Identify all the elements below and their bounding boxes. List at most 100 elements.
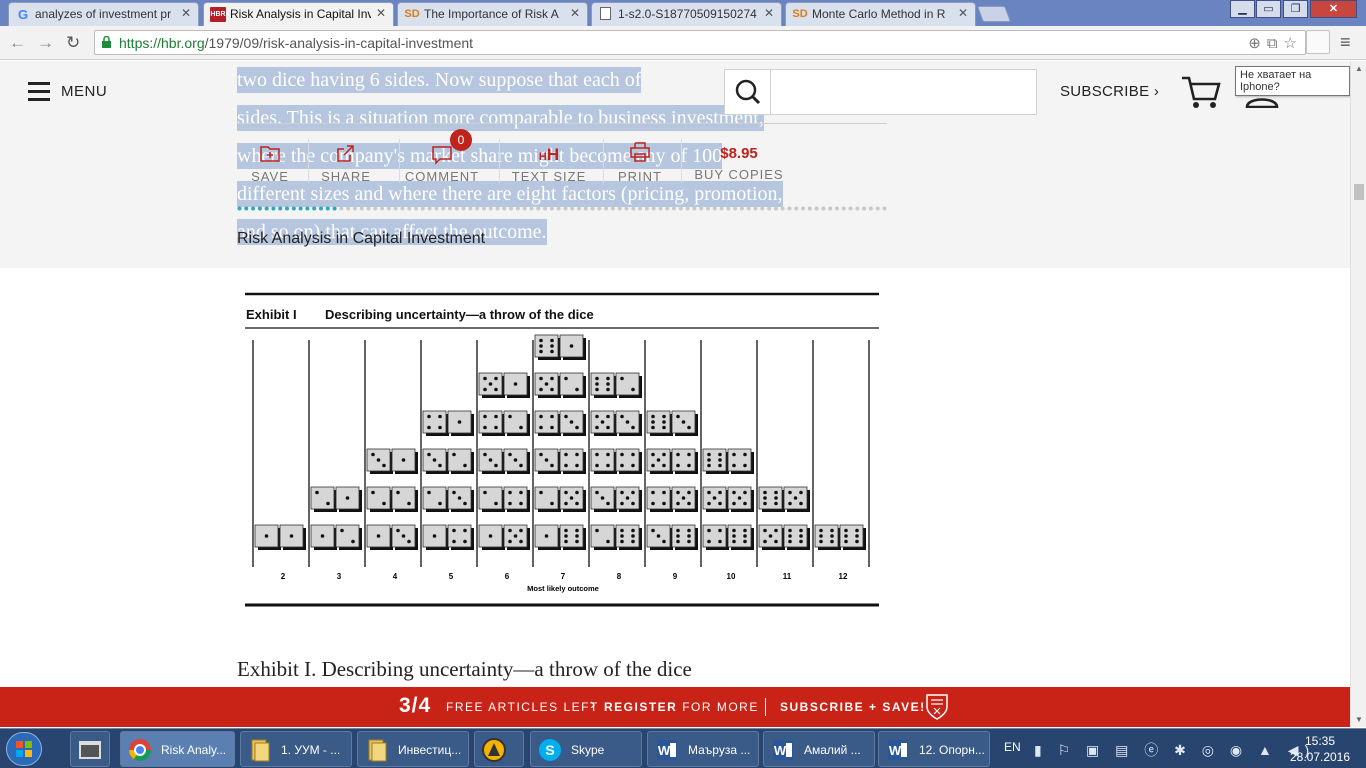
clock-time: 15:35 — [1304, 734, 1336, 748]
dice-pair — [590, 410, 642, 436]
cart-icon[interactable] — [1181, 75, 1221, 111]
browser-toolbar: ← → ↻ https://hbr.org/1979/09/risk-analy… — [0, 26, 1366, 60]
taskbar-button[interactable] — [474, 731, 524, 767]
register-link[interactable]: REGISTER FOR MORE — [604, 700, 759, 714]
x-tick-label: 8 — [617, 572, 622, 581]
tab-sciencedirect-2[interactable]: SD Monte Carlo Method in R ✕ — [785, 2, 976, 26]
taskbar-button[interactable]: W 12. Опорн... — [878, 731, 990, 767]
divider — [237, 123, 887, 124]
reading-progress-bar — [237, 206, 887, 211]
omnibox-actions: ⊕ ⧉ ☆ — [1242, 34, 1297, 52]
progress-dot — [407, 206, 412, 211]
progress-dot — [359, 206, 364, 211]
share-button[interactable]: SHARE — [313, 137, 379, 187]
divider — [308, 139, 309, 183]
progress-dot — [576, 206, 581, 211]
taskbar-button[interactable]: W Амалий ... — [763, 731, 875, 767]
x-tick-label: 6 — [505, 572, 510, 581]
bookmark-star-icon[interactable]: ☆ — [1284, 35, 1297, 52]
reload-icon[interactable]: ↻ — [66, 33, 80, 53]
dice-pair — [758, 486, 810, 512]
taskbar-button[interactable]: 1. УУМ - ... — [240, 731, 352, 767]
page-scrollbar[interactable]: ▲ ▼ — [1350, 61, 1366, 727]
folder-icon — [368, 739, 387, 762]
tab-hbr-article[interactable]: HBR Risk Analysis in Capital Inv ✕ — [203, 2, 394, 27]
dice-pair — [534, 448, 586, 474]
subscribe-link[interactable]: SUBSCRIBE › — [1060, 83, 1159, 100]
progress-dot — [841, 206, 846, 211]
zoom-icon[interactable]: ⊕ — [1248, 35, 1261, 52]
tab-sciencedirect-1[interactable]: SD The Importance of Risk A ✕ — [397, 2, 588, 26]
dice-pair — [366, 524, 418, 550]
back-icon[interactable]: ← — [9, 33, 26, 53]
x-tick-label: 10 — [727, 572, 736, 581]
taskbar-button[interactable]: Risk Analy... — [120, 731, 235, 767]
translate-icon[interactable]: ⧉ — [1267, 35, 1278, 52]
app-icon — [482, 738, 506, 762]
start-button[interactable] — [6, 732, 42, 766]
save-button[interactable]: SAVE — [237, 137, 303, 187]
chrome-menu-icon[interactable]: ≡ — [1340, 32, 1351, 53]
new-tab-button[interactable] — [977, 6, 1011, 22]
text-size-button[interactable]: HH TEXT SIZE — [504, 137, 594, 187]
taskbar-button[interactable]: W Маъруза ... — [647, 731, 759, 767]
taskbar-button[interactable]: Инвестиц... — [357, 731, 469, 767]
search-button[interactable] — [724, 69, 771, 115]
browser-tab-strip: G analyzes of investment pr ✕ HBR Risk A… — [0, 0, 1366, 27]
dice-stack-8 — [590, 372, 642, 550]
dice-pair — [478, 410, 530, 436]
progress-dot — [583, 206, 588, 211]
progress-dot — [495, 206, 500, 211]
progress-dot — [617, 206, 622, 211]
close-tab-icon[interactable]: ✕ — [181, 6, 191, 20]
maximize-window-button[interactable]: ❐ — [1283, 0, 1308, 18]
dice-pair — [702, 448, 754, 474]
close-tab-icon[interactable]: ✕ — [570, 6, 580, 20]
forward-icon[interactable]: → — [37, 33, 54, 53]
close-tab-icon[interactable]: ✕ — [958, 6, 968, 20]
progress-dot — [441, 206, 446, 211]
progress-dot — [719, 206, 724, 211]
progress-dot — [454, 206, 459, 211]
taskbar-button-label: 12. Опорн... — [919, 743, 985, 757]
progress-dot — [386, 206, 391, 211]
tab-google-search[interactable]: G analyzes of investment pr ✕ — [8, 2, 199, 26]
progress-dot — [393, 206, 398, 211]
media-player-taskbar-button[interactable] — [70, 731, 110, 767]
print-button[interactable]: PRINT — [608, 137, 672, 187]
search-input[interactable] — [771, 69, 1037, 115]
dice-stack-12 — [814, 524, 866, 550]
tray-icons[interactable]: ▮ ⚐ ▣ ▤ ⓔ ✱ ◎ ◉ ▲ ◀) — [1034, 740, 1315, 760]
address-bar[interactable]: https://hbr.org/1979/09/risk-analysis-in… — [94, 30, 1306, 55]
scroll-up-icon[interactable]: ▲ — [1355, 64, 1363, 73]
progress-dot — [434, 206, 439, 211]
language-indicator[interactable]: EN — [1004, 740, 1021, 754]
tab-pdf-document[interactable]: 1-s2.0-S18770509150274 ✕ — [591, 2, 782, 26]
taskbar-button-label: 1. УУМ - ... — [281, 743, 341, 757]
subscribe-save-link[interactable]: SUBSCRIBE + SAVE! — [780, 700, 926, 714]
dice-pair — [590, 524, 642, 550]
progress-dot — [352, 206, 357, 211]
text-size-small-h: H — [538, 151, 547, 163]
comment-icon — [432, 146, 452, 165]
close-window-button[interactable]: ✕ — [1310, 0, 1357, 18]
buy-copies-button[interactable]: $8.95 BUY COPIES — [692, 137, 786, 187]
dice-pair — [590, 486, 642, 512]
taskbar-button[interactable]: S Skype — [530, 731, 642, 767]
word-icon: W — [657, 740, 677, 760]
close-tab-icon[interactable]: ✕ — [376, 6, 386, 20]
dice-stack-2 — [254, 524, 306, 550]
clock[interactable]: 15:35 28.07.2016 — [1285, 733, 1355, 765]
progress-dot — [753, 206, 758, 211]
scroll-down-icon[interactable]: ▼ — [1355, 715, 1363, 724]
dice-pair — [702, 524, 754, 550]
divider — [603, 139, 604, 183]
extension-button[interactable] — [1306, 30, 1330, 54]
scroll-thumb[interactable] — [1354, 184, 1364, 200]
close-tab-icon[interactable]: ✕ — [764, 6, 774, 20]
progress-dot — [380, 206, 385, 211]
minimize-window-button[interactable]: ▁ — [1230, 0, 1255, 18]
svg-text:W: W — [774, 743, 787, 758]
restore-window-button[interactable]: ▭ — [1256, 0, 1281, 18]
hamburger-icon — [28, 82, 50, 102]
